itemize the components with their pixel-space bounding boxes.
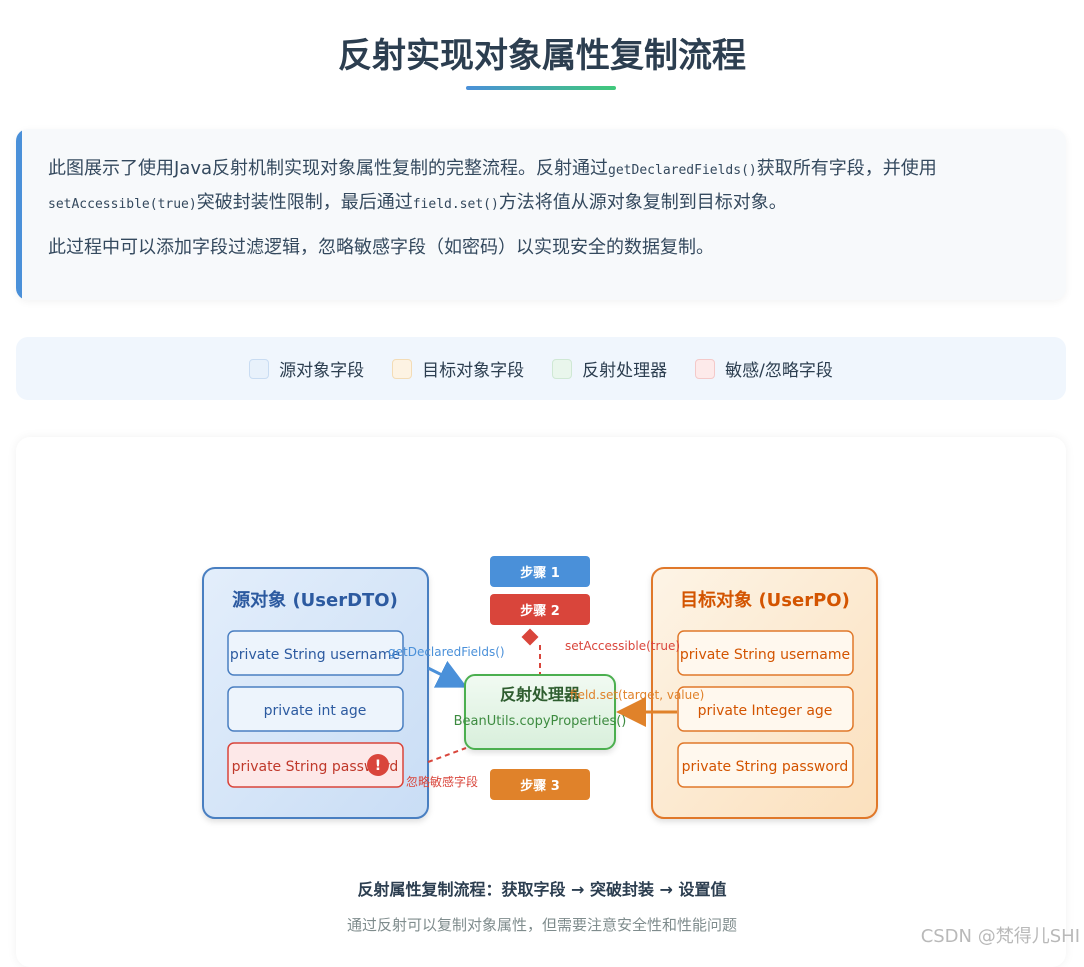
legend-item-sensitive: 敏感/忽略字段 <box>695 356 833 381</box>
watermark: CSDN @梵得儿SHI <box>920 926 1080 947</box>
legend-item-target: 目标对象字段 <box>392 356 524 381</box>
legend-swatch-processor <box>552 358 573 379</box>
code-get-declared-fields: getDeclaredFields() <box>608 163 757 178</box>
code-set-accessible: setAccessible(true) <box>48 197 197 212</box>
intro-paragraph-1: 此图展示了使用Java反射机制实现对象属性复制的完整流程。反射通过getDecl… <box>48 158 937 213</box>
intro-paragraph-2: 此过程中可以添加字段过滤逻辑，忽略敏感字段（如密码）以实现安全的数据复制。 <box>48 237 714 258</box>
title-underline <box>466 86 616 90</box>
legend: 源对象字段 目标对象字段 反射处理器 敏感/忽略字段 <box>16 337 1066 400</box>
page-title: 反射实现对象属性复制流程 <box>338 36 746 76</box>
legend-swatch-target <box>392 358 413 379</box>
diagram-caption: 反射属性复制流程：获取字段 → 突破封装 → 设置值 <box>357 880 727 899</box>
legend-swatch-source <box>249 358 270 379</box>
legend-item-source: 源对象字段 <box>249 356 364 381</box>
code-field-set: field.set() <box>412 197 499 212</box>
intro-panel: 此图展示了使用Java反射机制实现对象属性复制的完整流程。反射通过getDecl… <box>16 129 1066 300</box>
legend-item-processor: 反射处理器 <box>552 356 667 381</box>
legend-swatch-sensitive <box>695 358 716 379</box>
